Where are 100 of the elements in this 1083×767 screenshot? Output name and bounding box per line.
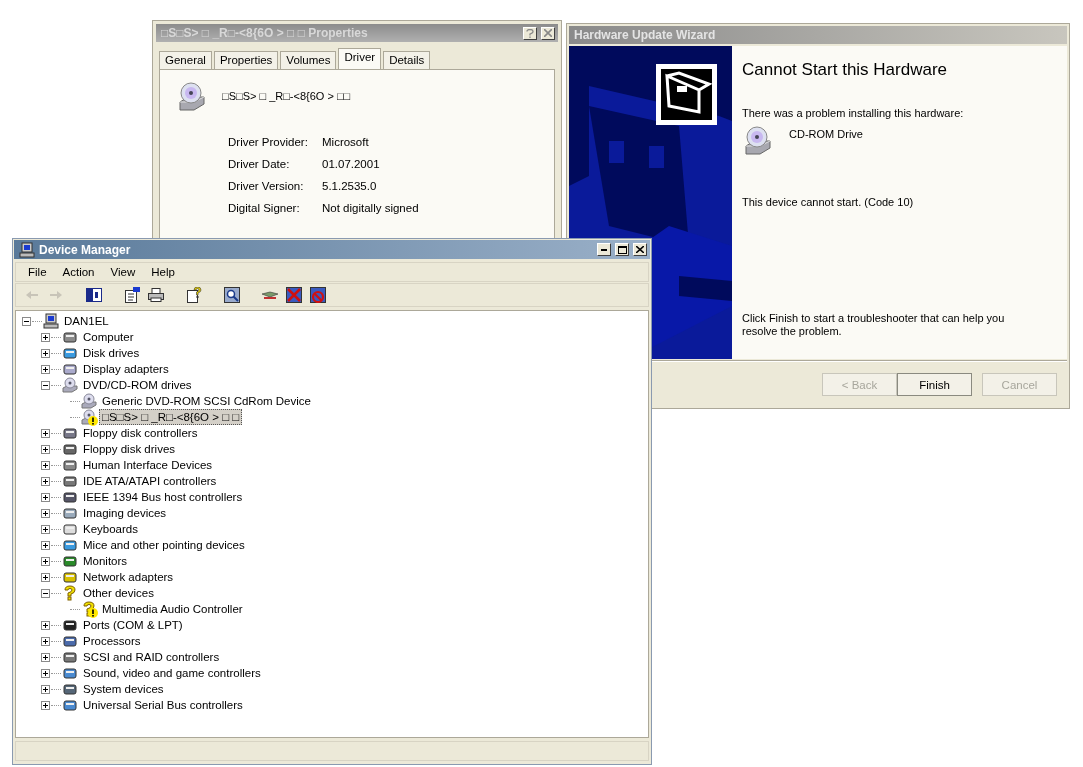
- maximize-button[interactable]: [615, 243, 629, 256]
- toolbar-button[interactable]: [308, 285, 328, 305]
- expand-button[interactable]: [41, 684, 50, 694]
- tab[interactable]: Details: [383, 51, 431, 69]
- expand-button[interactable]: [41, 652, 50, 662]
- expand-button[interactable]: [41, 556, 50, 566]
- help-icon: [526, 28, 534, 38]
- device-icon: [62, 329, 78, 345]
- expand-button[interactable]: [41, 444, 50, 454]
- tree-item[interactable]: Floppy disk drives: [80, 441, 179, 457]
- tree-item[interactable]: Computer: [80, 329, 137, 345]
- toolbar-button[interactable]: [146, 285, 166, 305]
- help-button[interactable]: [523, 26, 537, 40]
- tab[interactable]: Volumes: [280, 51, 337, 69]
- minimize-button[interactable]: [597, 243, 611, 256]
- tree-item[interactable]: Network adapters: [80, 569, 177, 585]
- tree-item[interactable]: Imaging devices: [80, 505, 170, 521]
- field-value: 5.1.2535.0: [322, 180, 378, 192]
- menu-item[interactable]: Help: [143, 266, 183, 278]
- tree-item[interactable]: System devices: [80, 681, 167, 697]
- tree-item[interactable]: Ports (COM & LPT): [80, 617, 186, 633]
- wizard-heading: Cannot Start this Hardware: [742, 60, 949, 80]
- close-icon: [544, 29, 552, 37]
- collapse-button[interactable]: [22, 316, 31, 326]
- console-tree-icon: [86, 288, 102, 302]
- device-name: CD-ROM Drive: [789, 127, 863, 140]
- expand-button[interactable]: [41, 636, 50, 646]
- expand-button[interactable]: [41, 364, 50, 374]
- back-arrow-icon: [25, 290, 39, 300]
- tree-item[interactable]: SCSI and RAID controllers: [80, 649, 223, 665]
- expand-button[interactable]: [41, 620, 50, 630]
- toolbar-button[interactable]: [222, 285, 242, 305]
- question-mark-icon: [81, 601, 97, 617]
- expand-button[interactable]: [41, 572, 50, 582]
- tree-item[interactable]: Multimedia Audio Controller: [99, 601, 246, 617]
- toolbar-button[interactable]: [184, 285, 204, 305]
- expand-button[interactable]: [41, 476, 50, 486]
- device-icon: [62, 617, 78, 633]
- tree-item[interactable]: Generic DVD-ROM SCSI CdRom Device: [99, 393, 314, 409]
- device-icon: [62, 425, 78, 441]
- expand-button[interactable]: [41, 700, 50, 710]
- tree-item[interactable]: Universal Serial Bus controllers: [80, 697, 246, 713]
- menu-item[interactable]: View: [102, 266, 144, 278]
- tab[interactable]: Driver: [338, 48, 382, 69]
- device-icon: [62, 345, 78, 361]
- tree-item[interactable]: Disk drives: [80, 345, 143, 361]
- device-icon: [62, 489, 78, 505]
- tree-item[interactable]: Mice and other pointing devices: [80, 537, 248, 553]
- expand-button[interactable]: [41, 348, 50, 358]
- field-label: Driver Date:: [228, 158, 291, 170]
- collapse-button[interactable]: [41, 588, 50, 598]
- collapse-button[interactable]: [41, 380, 50, 390]
- tree-item[interactable]: Processors: [80, 633, 144, 649]
- field-value: 01.07.2001: [322, 158, 381, 170]
- message-text: There was a problem installing this hardware:: [742, 107, 965, 119]
- tree-item[interactable]: IDE ATA/ATAPI controllers: [80, 473, 220, 489]
- tree-item[interactable]: Floppy disk controllers: [80, 425, 201, 441]
- computer-icon: [43, 313, 59, 329]
- toolbar-button[interactable]: [122, 285, 142, 305]
- cd-drive-icon: [742, 124, 774, 156]
- expand-button[interactable]: [41, 428, 50, 438]
- close-icon: [636, 246, 644, 253]
- tree-item[interactable]: □S□S> □ _R□-<8{6O > □ □: [99, 409, 243, 425]
- tree-item[interactable]: Monitors: [80, 553, 131, 569]
- tree-item[interactable]: Sound, video and game controllers: [80, 665, 264, 681]
- tree-item[interactable]: DAN1EL: [61, 313, 112, 329]
- menu-item[interactable]: Action: [54, 266, 103, 278]
- expand-button[interactable]: [41, 332, 50, 342]
- expand-button[interactable]: [41, 508, 50, 518]
- expand-button[interactable]: [41, 492, 50, 502]
- tree-item[interactable]: DVD/CD-ROM drives: [80, 377, 195, 393]
- maximize-icon: [617, 245, 627, 254]
- tab[interactable]: General: [159, 51, 212, 69]
- tree-item[interactable]: Display adapters: [80, 361, 172, 377]
- tree-item[interactable]: Human Interface Devices: [80, 457, 216, 473]
- tree-item[interactable]: IEEE 1394 Bus host controllers: [80, 489, 246, 505]
- hardware-icon: [656, 64, 717, 125]
- device-name: □S□S> □ _R□-<8{6O > □□: [222, 90, 351, 102]
- expand-button[interactable]: [41, 668, 50, 678]
- device-icon: [62, 665, 78, 681]
- menu-item[interactable]: File: [20, 266, 55, 278]
- device-icon: [62, 633, 78, 649]
- field-value: Microsoft: [322, 136, 370, 148]
- close-button[interactable]: [633, 243, 647, 256]
- tab[interactable]: Properties: [213, 51, 279, 69]
- help-icon: [186, 287, 202, 303]
- tree-item[interactable]: Other devices: [80, 585, 157, 601]
- toolbar-button[interactable]: [84, 285, 104, 305]
- tree-item[interactable]: Keyboards: [80, 521, 141, 537]
- toolbar-button[interactable]: [284, 285, 304, 305]
- status-text: This device cannot start. (Code 10): [742, 196, 915, 208]
- expand-button[interactable]: [41, 524, 50, 534]
- device-icon: [62, 361, 78, 377]
- device-icon: [62, 473, 78, 489]
- expand-button[interactable]: [41, 460, 50, 470]
- wizard-button[interactable]: Finish: [897, 373, 972, 396]
- disable-icon: [310, 287, 326, 303]
- expand-button[interactable]: [41, 540, 50, 550]
- close-button[interactable]: [541, 26, 555, 40]
- forward-arrow-icon: [49, 290, 63, 300]
